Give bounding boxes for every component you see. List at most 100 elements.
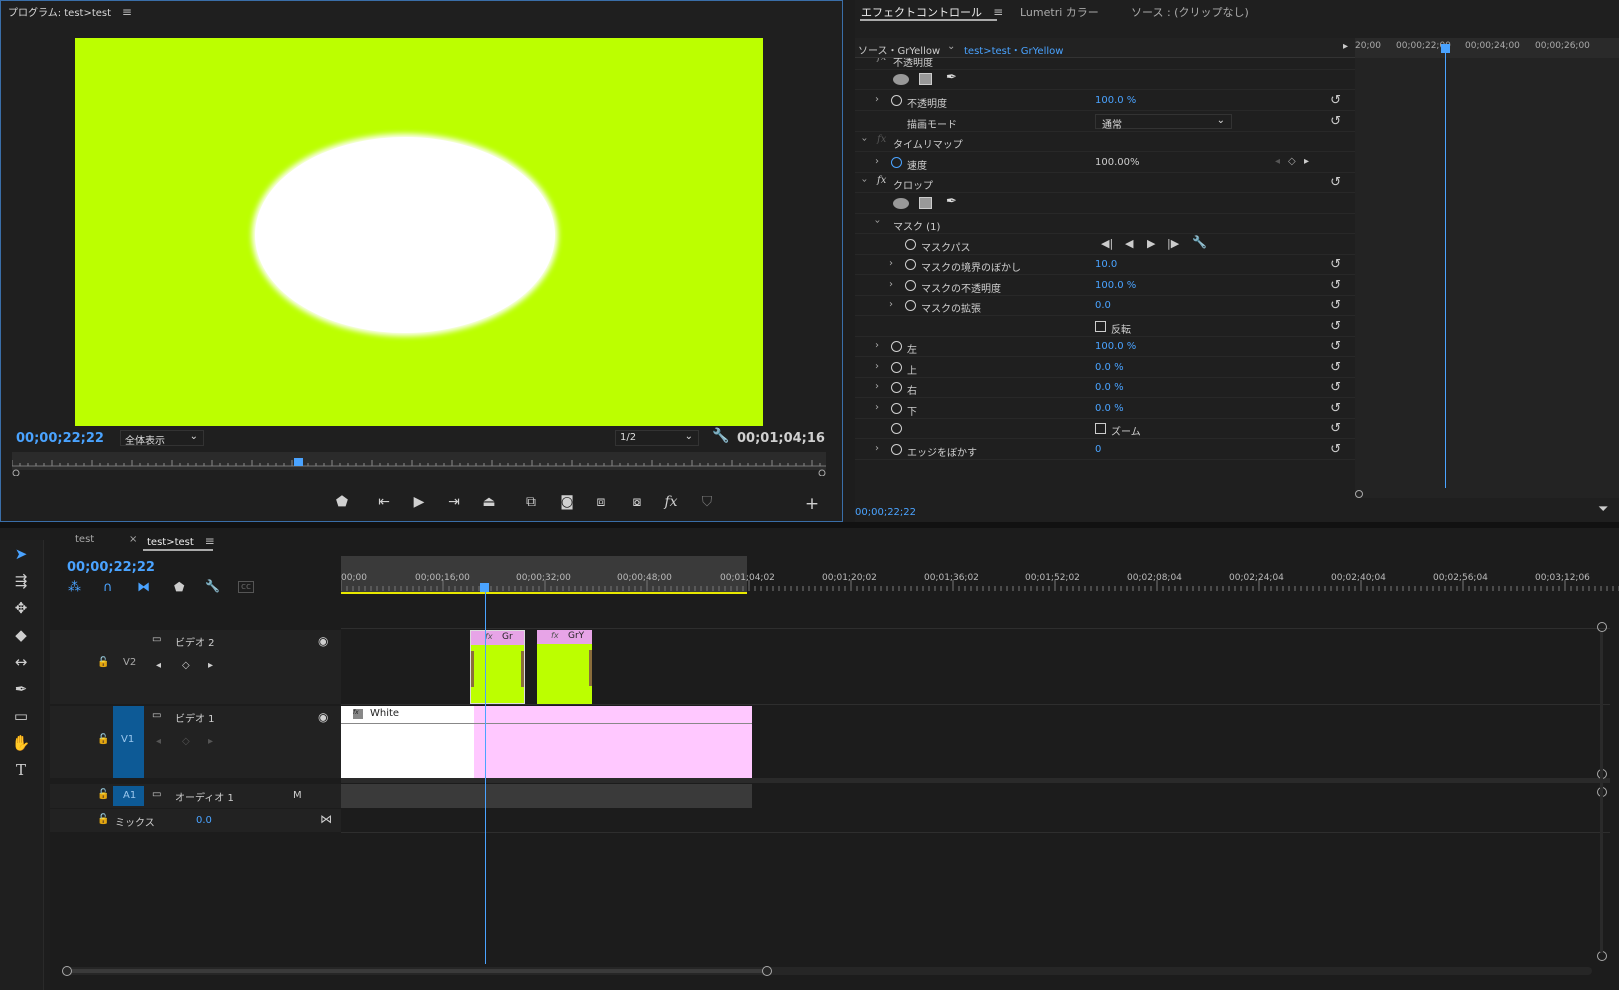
chevron-right-icon[interactable]: › — [875, 361, 879, 372]
reset-icon[interactable]: ↺ — [1330, 339, 1341, 354]
program-playhead[interactable] — [294, 458, 303, 466]
play-triangle-icon[interactable]: ▸ — [1343, 41, 1348, 52]
blend-mode-select[interactable]: 通常 ⌄ — [1095, 114, 1232, 131]
trim-handle-right[interactable] — [589, 650, 592, 686]
blend-mode-row[interactable]: 描画モード 通常 ⌄ ↺ — [855, 112, 1355, 132]
ellipse-mask-icon[interactable] — [893, 198, 909, 209]
nest-sequence-icon[interactable]: ⁂ — [68, 580, 81, 595]
clip-gr[interactable]: fx Gr — [470, 630, 525, 704]
track-forward-icon[interactable]: |▶ — [1167, 237, 1179, 250]
inverted-checkbox[interactable] — [1095, 321, 1106, 332]
lift-icon[interactable]: ⏏ — [478, 494, 500, 510]
slip-tool-icon[interactable]: ↔ — [10, 653, 32, 675]
speed-row[interactable]: › 速度 100.00% ◂ ◇ ▸ — [855, 153, 1355, 173]
scroll-handle-left[interactable] — [12, 469, 20, 476]
marker-icon[interactable]: ⬟ — [331, 494, 353, 510]
chevron-right-icon[interactable]: › — [875, 94, 879, 105]
toggle-sync-icon[interactable]: ▭ — [152, 634, 161, 645]
reset-icon[interactable]: ↺ — [1330, 175, 1341, 190]
track-forward-one-frame-icon[interactable]: ▶ — [1147, 237, 1155, 250]
vertical-scroll-handle[interactable] — [1597, 622, 1607, 632]
track-header-v1[interactable]: 🔓 V1 ▭ ビデオ 1 ◉ ◂ ◇ ▸ — [50, 706, 341, 778]
eye-icon[interactable]: ◉ — [318, 710, 328, 724]
crop-right-row[interactable]: › 右 0.0 % ↺ — [855, 378, 1355, 398]
reset-icon[interactable]: ↺ — [1330, 421, 1341, 436]
lock-icon[interactable]: 🔓 — [97, 789, 109, 800]
crop-bottom-row[interactable]: › 下 0.0 % ↺ — [855, 399, 1355, 419]
selection-tool-icon[interactable]: ➤ — [10, 545, 32, 567]
reset-icon[interactable]: ↺ — [1330, 401, 1341, 416]
crop-top-row[interactable]: › 上 0.0 % ↺ — [855, 358, 1355, 378]
reset-icon[interactable]: ↺ — [1330, 442, 1341, 457]
crop-left-row[interactable]: › 左 100.0 % ↺ — [855, 337, 1355, 357]
track-backward-icon[interactable]: ◀| — [1101, 237, 1113, 250]
vertical-scrollbar[interactable] — [1600, 632, 1603, 952]
panel-menu-icon[interactable]: ≡ — [114, 5, 132, 19]
prev-keyframe-icon[interactable]: ◂ — [1275, 156, 1280, 167]
panel-menu-icon[interactable]: ≡ — [986, 5, 1003, 19]
vr-icon[interactable]: ⛉ — [696, 494, 718, 510]
source-clip-name[interactable]: ソース・GrYellow — [858, 42, 940, 57]
add-keyframe-icon[interactable]: ◇ — [182, 660, 190, 671]
stopwatch-icon[interactable] — [905, 239, 916, 250]
tab-effect-controls[interactable]: エフェクトコントロール ≡ — [861, 4, 1003, 20]
track-id-v2[interactable]: V2 — [123, 657, 136, 668]
stopwatch-icon[interactable] — [891, 362, 902, 373]
extract-icon[interactable]: ⧉ — [520, 494, 542, 510]
mask-expansion-row[interactable]: › マスクの拡張 0.0 ↺ — [855, 296, 1355, 316]
mix-volume-value[interactable]: 0.0 — [196, 815, 212, 826]
add-keyframe-icon[interactable]: ◇ — [1288, 156, 1296, 167]
stopwatch-icon[interactable] — [891, 382, 902, 393]
stopwatch-icon[interactable] — [891, 423, 902, 434]
stopwatch-icon[interactable] — [905, 259, 916, 270]
lock-icon[interactable]: 🔓 — [97, 734, 109, 745]
effect-controls-ruler[interactable]: 20;00 00;00;22;00 00;00;24;00 00;00;26;0… — [1355, 38, 1619, 58]
ellipse-mask-icon[interactable] — [893, 74, 909, 85]
crop-top-value[interactable]: 0.0 % — [1095, 362, 1124, 373]
prev-keyframe-icon[interactable]: ◂ — [156, 736, 161, 747]
tab-lumetri-color[interactable]: Lumetri カラー — [1020, 4, 1099, 20]
zoom-level-select[interactable]: 全体表示 ⌄ — [120, 430, 204, 447]
ec-scrollbar[interactable] — [1355, 490, 1619, 498]
fx-icon[interactable]: fx — [660, 494, 682, 510]
chevron-right-icon[interactable]: › — [875, 381, 879, 392]
scroll-handle-right[interactable] — [818, 469, 826, 476]
track-header-v2[interactable]: 🔓 V2 ▭ ビデオ 2 ◉ ◂ ◇ ▸ — [50, 630, 341, 704]
timeline-horizontal-scrollbar[interactable] — [62, 966, 1592, 976]
fx-badge-icon[interactable]: fx — [877, 175, 886, 186]
sequence-clip-name[interactable]: test>test・GrYellow — [964, 42, 1063, 57]
track-back-one-frame-icon[interactable]: ◀ — [1125, 237, 1133, 250]
mute-button[interactable]: M — [293, 790, 302, 801]
edge-feather-value[interactable]: 0 — [1095, 444, 1101, 455]
chevron-right-icon[interactable]: › — [875, 402, 879, 413]
timeline-playhead-line[interactable] — [485, 588, 486, 964]
rectangle-mask-icon[interactable] — [919, 197, 932, 209]
pen-mask-icon[interactable]: ✒ — [946, 70, 957, 85]
rectangle-tool-icon[interactable]: ▭ — [10, 707, 32, 729]
mask-opacity-row[interactable]: › マスクの不透明度 100.0 % ↺ — [855, 276, 1355, 296]
chevron-down-icon[interactable]: › — [859, 138, 870, 142]
track-header-a1[interactable]: 🔓 A1 ▭ オーディオ 1 M — [50, 784, 341, 808]
speed-value[interactable]: 100.00% — [1095, 157, 1140, 168]
crop-right-value[interactable]: 0.0 % — [1095, 382, 1124, 393]
mask-feather-row[interactable]: › マスクの境界のぼかし 10.0 ↺ — [855, 255, 1355, 275]
reset-icon[interactable]: ↺ — [1330, 360, 1341, 375]
go-to-in-icon[interactable]: ⇤ — [373, 494, 395, 510]
opacity-row[interactable]: › 不透明度 100.0 % ↺ — [855, 91, 1355, 111]
chevron-right-icon[interactable]: › — [889, 258, 893, 269]
track-header-mix[interactable]: 🔓 ミックス 0.0 ⋈ — [50, 809, 341, 832]
panel-menu-icon[interactable]: ≡ — [197, 534, 215, 548]
edge-feather-row[interactable]: › エッジをぼかす 0 ↺ — [855, 440, 1355, 460]
toggle-sync-icon[interactable]: ▭ — [152, 789, 161, 800]
opacity-section-header[interactable]: fx 不透明度 — [855, 58, 1355, 70]
chevron-down-icon[interactable]: ⌄ — [947, 41, 955, 52]
stopwatch-icon[interactable] — [891, 444, 902, 455]
chevron-right-icon[interactable]: › — [889, 279, 893, 290]
clip-gry[interactable]: fx GrY — [537, 630, 592, 704]
stopwatch-icon[interactable] — [891, 403, 902, 414]
filter-icon[interactable]: ⏷ — [1598, 502, 1608, 517]
go-to-out-icon[interactable]: ⇥ — [443, 494, 465, 510]
chevron-right-icon[interactable]: › — [875, 443, 879, 454]
toggle-proxy-icon[interactable]: ⧇ — [626, 494, 648, 510]
reset-icon[interactable]: ↺ — [1330, 114, 1341, 129]
